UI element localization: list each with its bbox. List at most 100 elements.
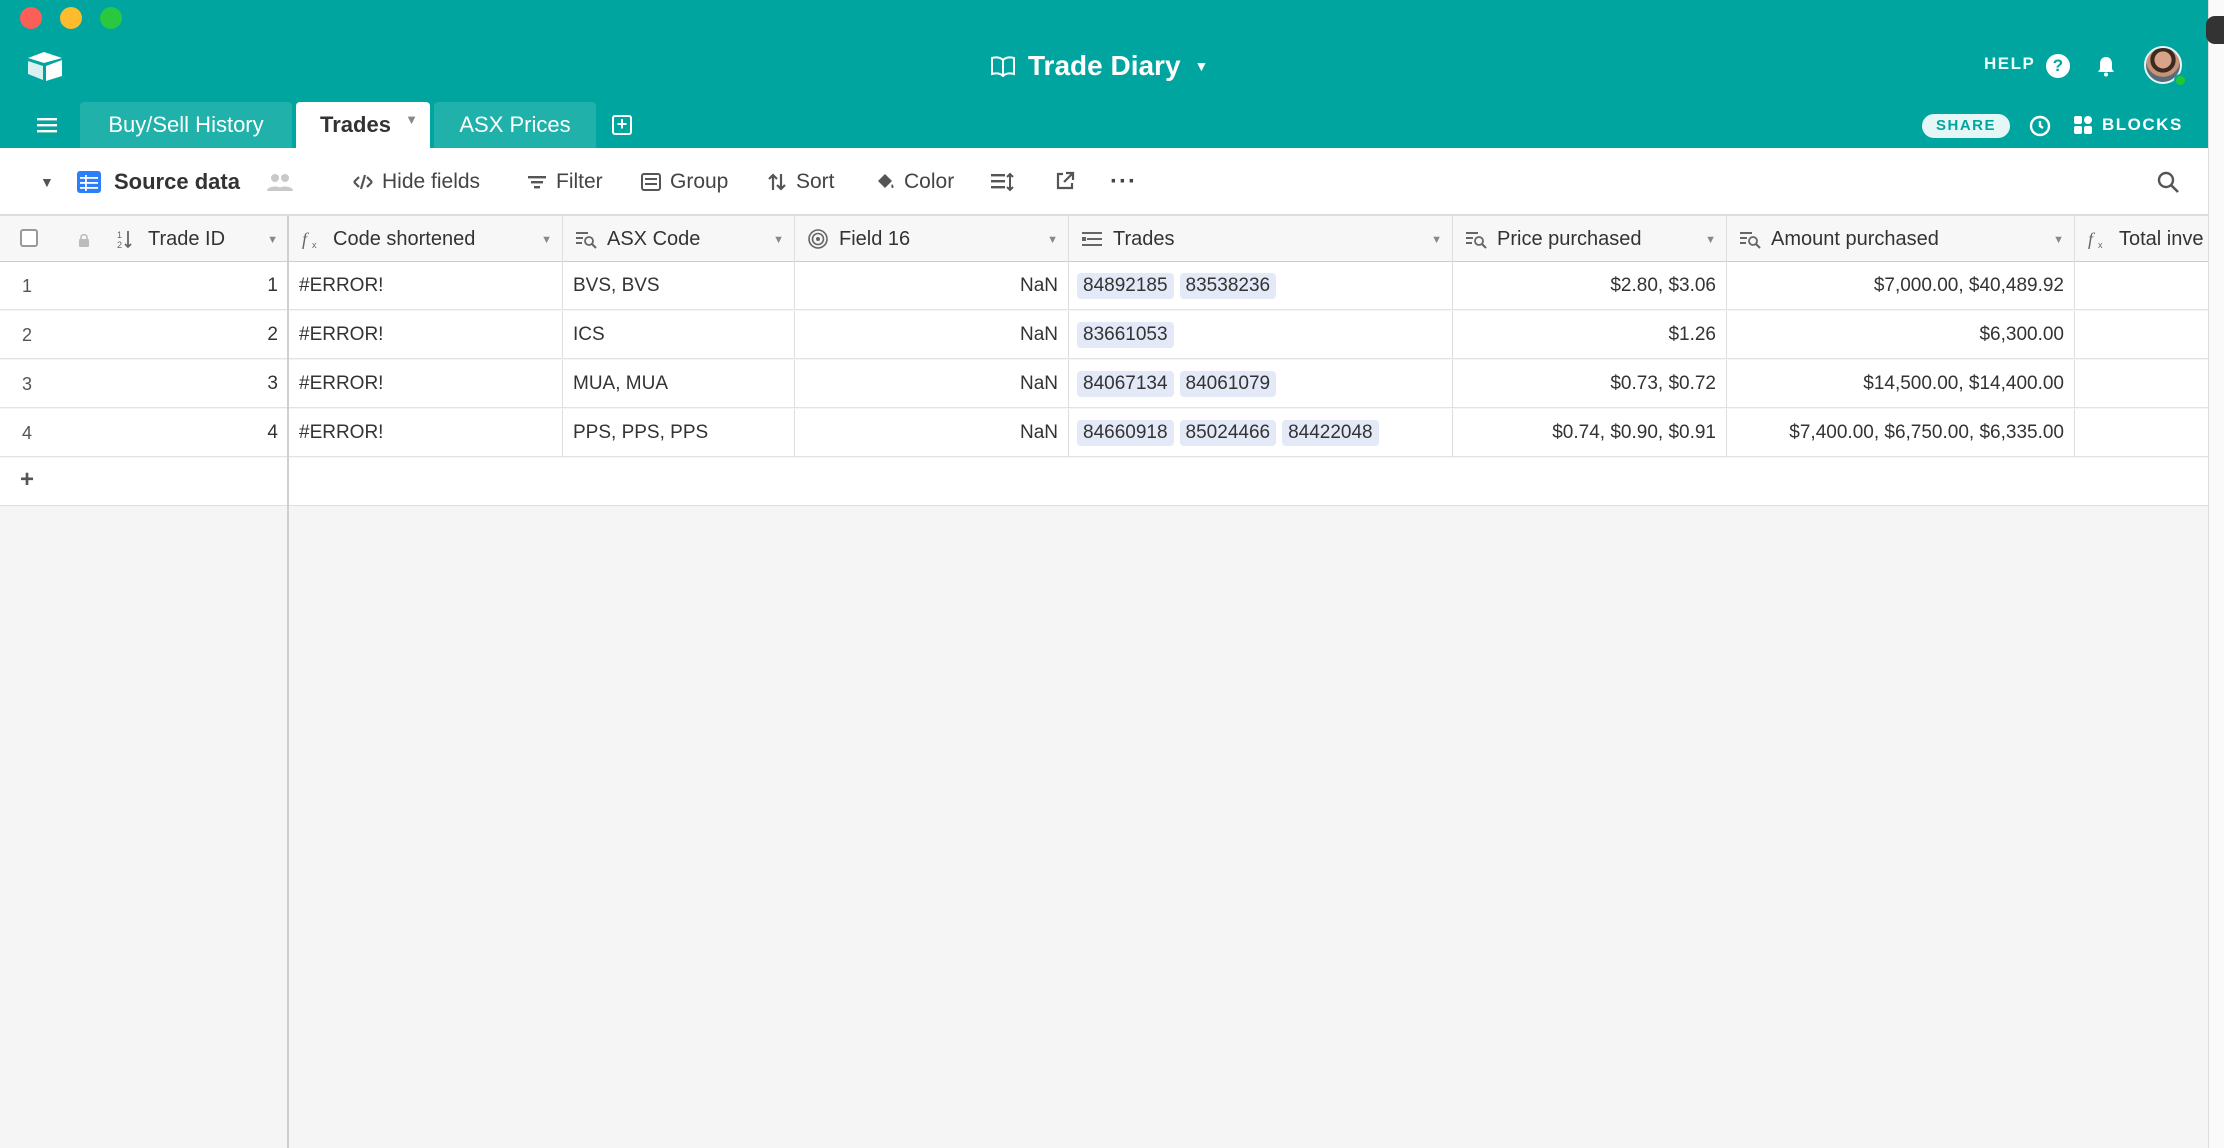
cell-code-shortened[interactable]: #ERROR!: [289, 262, 563, 310]
chevron-down-icon[interactable]: ▼: [1705, 234, 1716, 246]
column-header-label: Field 16: [839, 227, 911, 250]
hide-fields-button[interactable]: Hide fields: [352, 148, 480, 216]
cell-field-16[interactable]: NaN: [795, 360, 1069, 408]
cell-trade-id[interactable]: 4: [120, 409, 289, 457]
column-header-code-shortened[interactable]: f x Code shortened ▼: [289, 216, 563, 262]
more-options-icon[interactable]: ···: [1110, 148, 1137, 216]
table-row[interactable]: 4 4 #ERROR! PPS, PPS, PPS NaN 84660918 8…: [0, 409, 2208, 457]
linked-record-pill[interactable]: 83661053: [1077, 322, 1174, 348]
group-button[interactable]: Group: [640, 148, 728, 216]
tab-asx-prices[interactable]: ASX Prices: [434, 102, 596, 148]
blocks-button[interactable]: BLOCKS: [2072, 112, 2183, 138]
select-all-checkbox[interactable]: [20, 229, 38, 247]
cell-total-invested[interactable]: [2075, 262, 2208, 310]
hamburger-menu-icon[interactable]: [36, 116, 58, 134]
chevron-down-icon[interactable]: ▼: [2053, 234, 2064, 246]
share-view-icon[interactable]: [1054, 170, 1076, 192]
row-height-icon[interactable]: [990, 172, 1014, 192]
cell-trades[interactable]: 84067134 84061079: [1069, 360, 1453, 408]
linked-record-pill[interactable]: 84660918: [1077, 420, 1174, 446]
bell-icon[interactable]: [2094, 54, 2118, 78]
column-header-amount-purchased[interactable]: Amount purchased ▼: [1727, 216, 2075, 262]
cell-trades[interactable]: 84660918 85024466 84422048: [1069, 409, 1453, 457]
cell-price-purchased[interactable]: $0.73, $0.72: [1453, 360, 1727, 408]
table-row[interactable]: 3 3 #ERROR! MUA, MUA NaN 84067134 840610…: [0, 360, 2208, 408]
linked-record-pill[interactable]: 84422048: [1282, 420, 1379, 446]
cell-code-shortened[interactable]: #ERROR!: [289, 360, 563, 408]
frozen-column-divider: [287, 216, 289, 1148]
cell-price-purchased[interactable]: $0.74, $0.90, $0.91: [1453, 409, 1727, 457]
chevron-down-icon: ▼: [1194, 58, 1209, 74]
add-table-icon[interactable]: +: [612, 115, 632, 135]
cell-field-16[interactable]: NaN: [795, 311, 1069, 359]
cell-asx-code[interactable]: MUA, MUA: [563, 360, 795, 408]
rollup-icon: [808, 229, 828, 249]
table-row[interactable]: 1 1 #ERROR! BVS, BVS NaN 84892185 835382…: [0, 262, 2208, 310]
tab-buy-sell-history[interactable]: Buy/Sell History: [80, 102, 292, 148]
cell-asx-code[interactable]: ICS: [563, 311, 795, 359]
cell-price-purchased[interactable]: $1.26: [1453, 311, 1727, 359]
cell-total-invested[interactable]: [2075, 311, 2208, 359]
view-name[interactable]: Source data: [114, 148, 240, 216]
column-header-field-16[interactable]: Field 16 ▼: [795, 216, 1069, 262]
cell-amount-purchased[interactable]: $7,400.00, $6,750.00, $6,335.00: [1727, 409, 2075, 457]
base-title[interactable]: Trade Diary ▼: [990, 46, 1208, 86]
cell-code-shortened[interactable]: #ERROR!: [289, 311, 563, 359]
window-maximize-button[interactable]: [100, 7, 122, 29]
cell-amount-purchased[interactable]: $7,000.00, $40,489.92: [1727, 262, 2075, 310]
search-icon[interactable]: [2156, 170, 2180, 194]
cell-trade-id[interactable]: 3: [120, 360, 289, 408]
cell-amount-purchased[interactable]: $14,500.00, $14,400.00: [1727, 360, 2075, 408]
linked-record-pill[interactable]: 83538236: [1179, 273, 1277, 299]
view-switcher-toggle-icon[interactable]: ▼: [40, 148, 54, 216]
chevron-down-icon[interactable]: ▼: [267, 234, 278, 246]
column-header-label: Code shortened: [333, 227, 476, 250]
window-close-button[interactable]: [20, 7, 42, 29]
linked-record-pill[interactable]: 84892185: [1077, 273, 1174, 299]
cell-total-invested[interactable]: [2075, 360, 2208, 408]
chevron-down-icon[interactable]: ▼: [405, 112, 418, 127]
column-header-trades[interactable]: Trades ▼: [1069, 216, 1453, 262]
cell-code-shortened[interactable]: #ERROR!: [289, 409, 563, 457]
filter-label: Filter: [556, 170, 603, 193]
cell-amount-purchased[interactable]: $6,300.00: [1727, 311, 2075, 359]
airtable-logo-icon[interactable]: [26, 50, 66, 82]
cell-trade-id[interactable]: 2: [120, 311, 289, 359]
help-icon[interactable]: ?: [2046, 54, 2070, 78]
column-header-price-purchased[interactable]: Price purchased ▼: [1453, 216, 1727, 262]
chevron-down-icon[interactable]: ▼: [773, 234, 784, 246]
chevron-down-icon[interactable]: ▼: [541, 234, 552, 246]
chevron-down-icon[interactable]: ▼: [1431, 234, 1442, 246]
tab-label: Trades: [320, 112, 391, 137]
column-header-total-invested[interactable]: f x Total inve: [2075, 216, 2208, 262]
column-header-trade-id[interactable]: 1 2 Trade ID ▼: [108, 216, 288, 262]
cell-trades[interactable]: 83661053: [1069, 311, 1453, 359]
color-button[interactable]: Color: [874, 148, 954, 216]
history-icon[interactable]: [2028, 114, 2052, 138]
cell-field-16[interactable]: NaN: [795, 409, 1069, 457]
linked-record-pill[interactable]: 85024466: [1179, 420, 1277, 446]
filter-button[interactable]: Filter: [526, 148, 603, 216]
cell-trade-id[interactable]: 1: [120, 262, 289, 310]
column-header-asx-code[interactable]: ASX Code ▼: [563, 216, 795, 262]
svg-text:f: f: [302, 229, 310, 249]
share-button[interactable]: SHARE: [1922, 114, 2010, 138]
tab-trades[interactable]: Trades ▼: [296, 102, 430, 148]
cell-field-16[interactable]: NaN: [795, 262, 1069, 310]
add-row-button[interactable]: +: [0, 458, 2208, 506]
table-row[interactable]: 2 2 #ERROR! ICS NaN 83661053 $1.26 $6,30…: [0, 311, 2208, 359]
cell-asx-code[interactable]: PPS, PPS, PPS: [563, 409, 795, 457]
chevron-down-icon[interactable]: ▼: [1047, 234, 1058, 246]
window-minimize-button[interactable]: [60, 7, 82, 29]
linked-record-pill[interactable]: 84067134: [1077, 371, 1174, 397]
cell-total-invested[interactable]: [2075, 409, 2208, 457]
cell-price-purchased[interactable]: $2.80, $3.06: [1453, 262, 1727, 310]
linked-record-pill[interactable]: 84061079: [1179, 371, 1277, 397]
help-link[interactable]: HELP: [1984, 54, 2035, 74]
sort-button[interactable]: Sort: [766, 148, 835, 216]
collaborators-icon[interactable]: [266, 172, 294, 192]
column-header-label: ASX Code: [607, 227, 701, 250]
sort-icon: [768, 173, 786, 191]
cell-asx-code[interactable]: BVS, BVS: [563, 262, 795, 310]
cell-trades[interactable]: 84892185 83538236: [1069, 262, 1453, 310]
